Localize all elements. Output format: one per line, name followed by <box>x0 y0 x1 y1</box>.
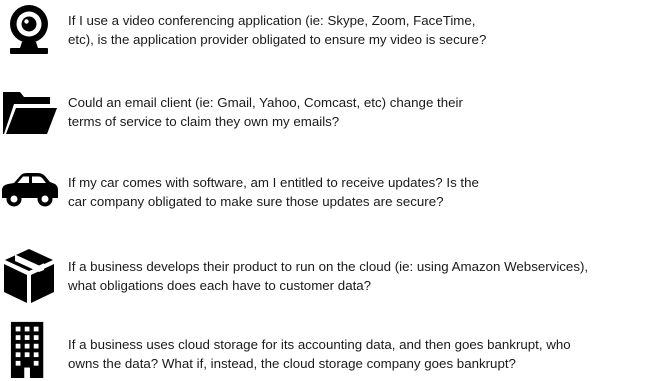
question-item-video-conferencing: If I use a video conferencing applicatio… <box>0 2 667 62</box>
question-item-cloud-product: If a business develops their product to … <box>0 246 667 306</box>
question-text: If my car comes with software, am I enti… <box>68 175 479 209</box>
car-icon <box>0 158 58 216</box>
question-text: If I use a video conferencing applicatio… <box>68 13 487 47</box>
question-item-email-terms: Could an email client (ie: Gmail, Yahoo,… <box>0 82 667 142</box>
open-folder-icon <box>0 82 58 140</box>
question-text: If a business uses cloud storage for its… <box>68 337 571 371</box>
question-item-car-software: If my car comes with software, am I enti… <box>0 158 667 218</box>
question-list: If I use a video conferencing applicatio… <box>0 0 667 381</box>
question-item-cloud-bankruptcy: If a business uses cloud storage for its… <box>0 320 667 380</box>
package-box-icon <box>0 246 58 304</box>
question-text: If a business develops their product to … <box>68 259 589 293</box>
question-text: Could an email client (ie: Gmail, Yahoo,… <box>68 95 463 129</box>
office-building-icon <box>0 320 58 378</box>
webcam-icon <box>0 2 58 60</box>
